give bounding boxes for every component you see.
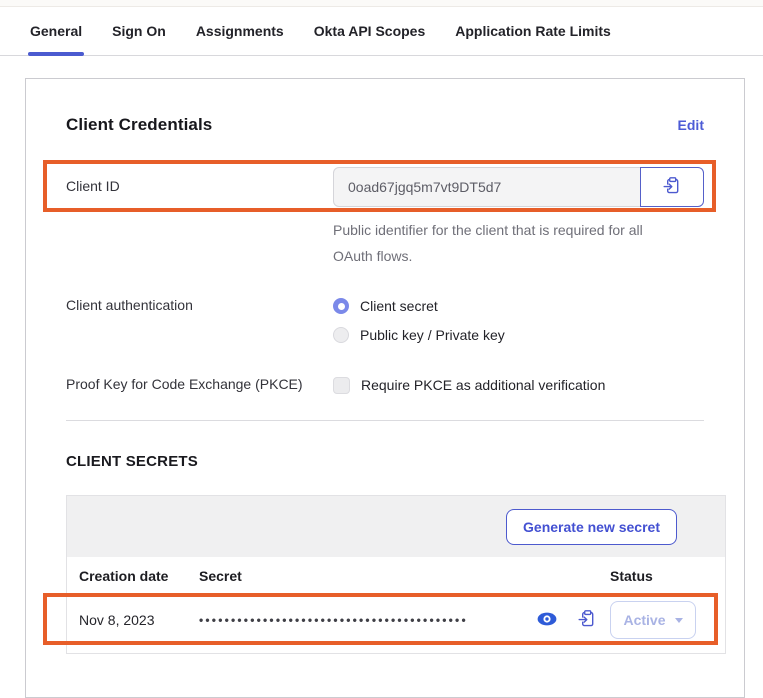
client-id-input[interactable] <box>333 167 641 207</box>
client-credentials-header: Client Credentials Edit <box>66 115 704 135</box>
masked-secret-value: ••••••••••••••••••••••••••••••••••••••••… <box>199 613 530 627</box>
eye-icon <box>537 612 557 629</box>
radio-public-private-key[interactable]: Public key / Private key <box>333 324 704 346</box>
tab-assignments-label: Assignments <box>196 23 284 39</box>
radio-client-secret-label: Client secret <box>360 295 438 317</box>
column-header-creation-date: Creation date <box>79 568 199 584</box>
secret-creation-date: Nov 8, 2023 <box>79 612 199 628</box>
app-tabbar: General Sign On Assignments Okta API Sco… <box>0 7 763 56</box>
tab-application-rate-limits[interactable]: Application Rate Limits <box>455 7 611 55</box>
radio-unselected-icon <box>333 327 349 343</box>
section-divider <box>66 420 704 421</box>
reveal-secret-button[interactable] <box>530 608 564 632</box>
clipboard-icon <box>577 609 597 632</box>
chevron-down-icon <box>675 618 683 623</box>
generate-new-secret-button[interactable]: Generate new secret <box>506 509 677 545</box>
pkce-checkbox-label: Require PKCE as additional verification <box>361 374 605 396</box>
secrets-table-toolbar: Generate new secret <box>67 496 725 557</box>
client-id-row: Client ID <box>66 167 704 207</box>
tab-sign-on-label: Sign On <box>112 23 166 39</box>
secret-table-row: Nov 8, 2023 ••••••••••••••••••••••••••••… <box>67 595 725 645</box>
radio-public-private-key-label: Public key / Private key <box>360 324 505 346</box>
client-secrets-table: Generate new secret Creation date Secret… <box>66 495 726 654</box>
copy-client-id-button[interactable] <box>640 167 704 207</box>
pkce-label: Proof Key for Code Exchange (PKCE) <box>66 374 333 392</box>
active-tab-underline <box>28 52 84 56</box>
edit-link[interactable]: Edit <box>678 117 704 133</box>
section-title: Client Credentials <box>66 115 212 135</box>
checkbox-unchecked-icon <box>333 377 350 394</box>
tab-sign-on[interactable]: Sign On <box>112 7 166 55</box>
tab-okta-api-scopes[interactable]: Okta API Scopes <box>314 7 426 55</box>
tab-application-rate-limits-label: Application Rate Limits <box>455 23 611 39</box>
tab-okta-api-scopes-label: Okta API Scopes <box>314 23 426 39</box>
column-header-status: Status <box>610 568 713 584</box>
client-authentication-row: Client authentication Client secret Publ… <box>66 295 704 346</box>
tab-general-label: General <box>30 23 82 39</box>
window-chrome-edge <box>0 0 763 7</box>
clipboard-icon <box>662 176 682 199</box>
pkce-checkbox[interactable]: Require PKCE as additional verification <box>333 374 704 396</box>
column-header-secret: Secret <box>199 568 610 584</box>
client-id-input-group <box>333 167 704 207</box>
client-id-description: Public identifier for the client that is… <box>333 217 685 269</box>
general-settings-card: Client Credentials Edit Client ID <box>25 78 745 698</box>
copy-secret-button[interactable] <box>564 608 610 632</box>
radio-client-secret[interactable]: Client secret <box>333 295 704 317</box>
table-bottom-spacer <box>67 645 725 653</box>
client-authentication-label: Client authentication <box>66 295 333 313</box>
tab-general[interactable]: General <box>30 7 82 55</box>
pkce-row: Proof Key for Code Exchange (PKCE) Requi… <box>66 374 704 396</box>
client-secrets-heading: CLIENT SECRETS <box>66 453 704 470</box>
secrets-table-header: Creation date Secret Status <box>67 557 725 595</box>
status-dropdown-label: Active <box>623 612 665 628</box>
client-id-label: Client ID <box>66 167 333 194</box>
radio-selected-icon <box>333 298 349 314</box>
status-dropdown[interactable]: Active <box>610 601 696 639</box>
tab-assignments[interactable]: Assignments <box>196 7 284 55</box>
